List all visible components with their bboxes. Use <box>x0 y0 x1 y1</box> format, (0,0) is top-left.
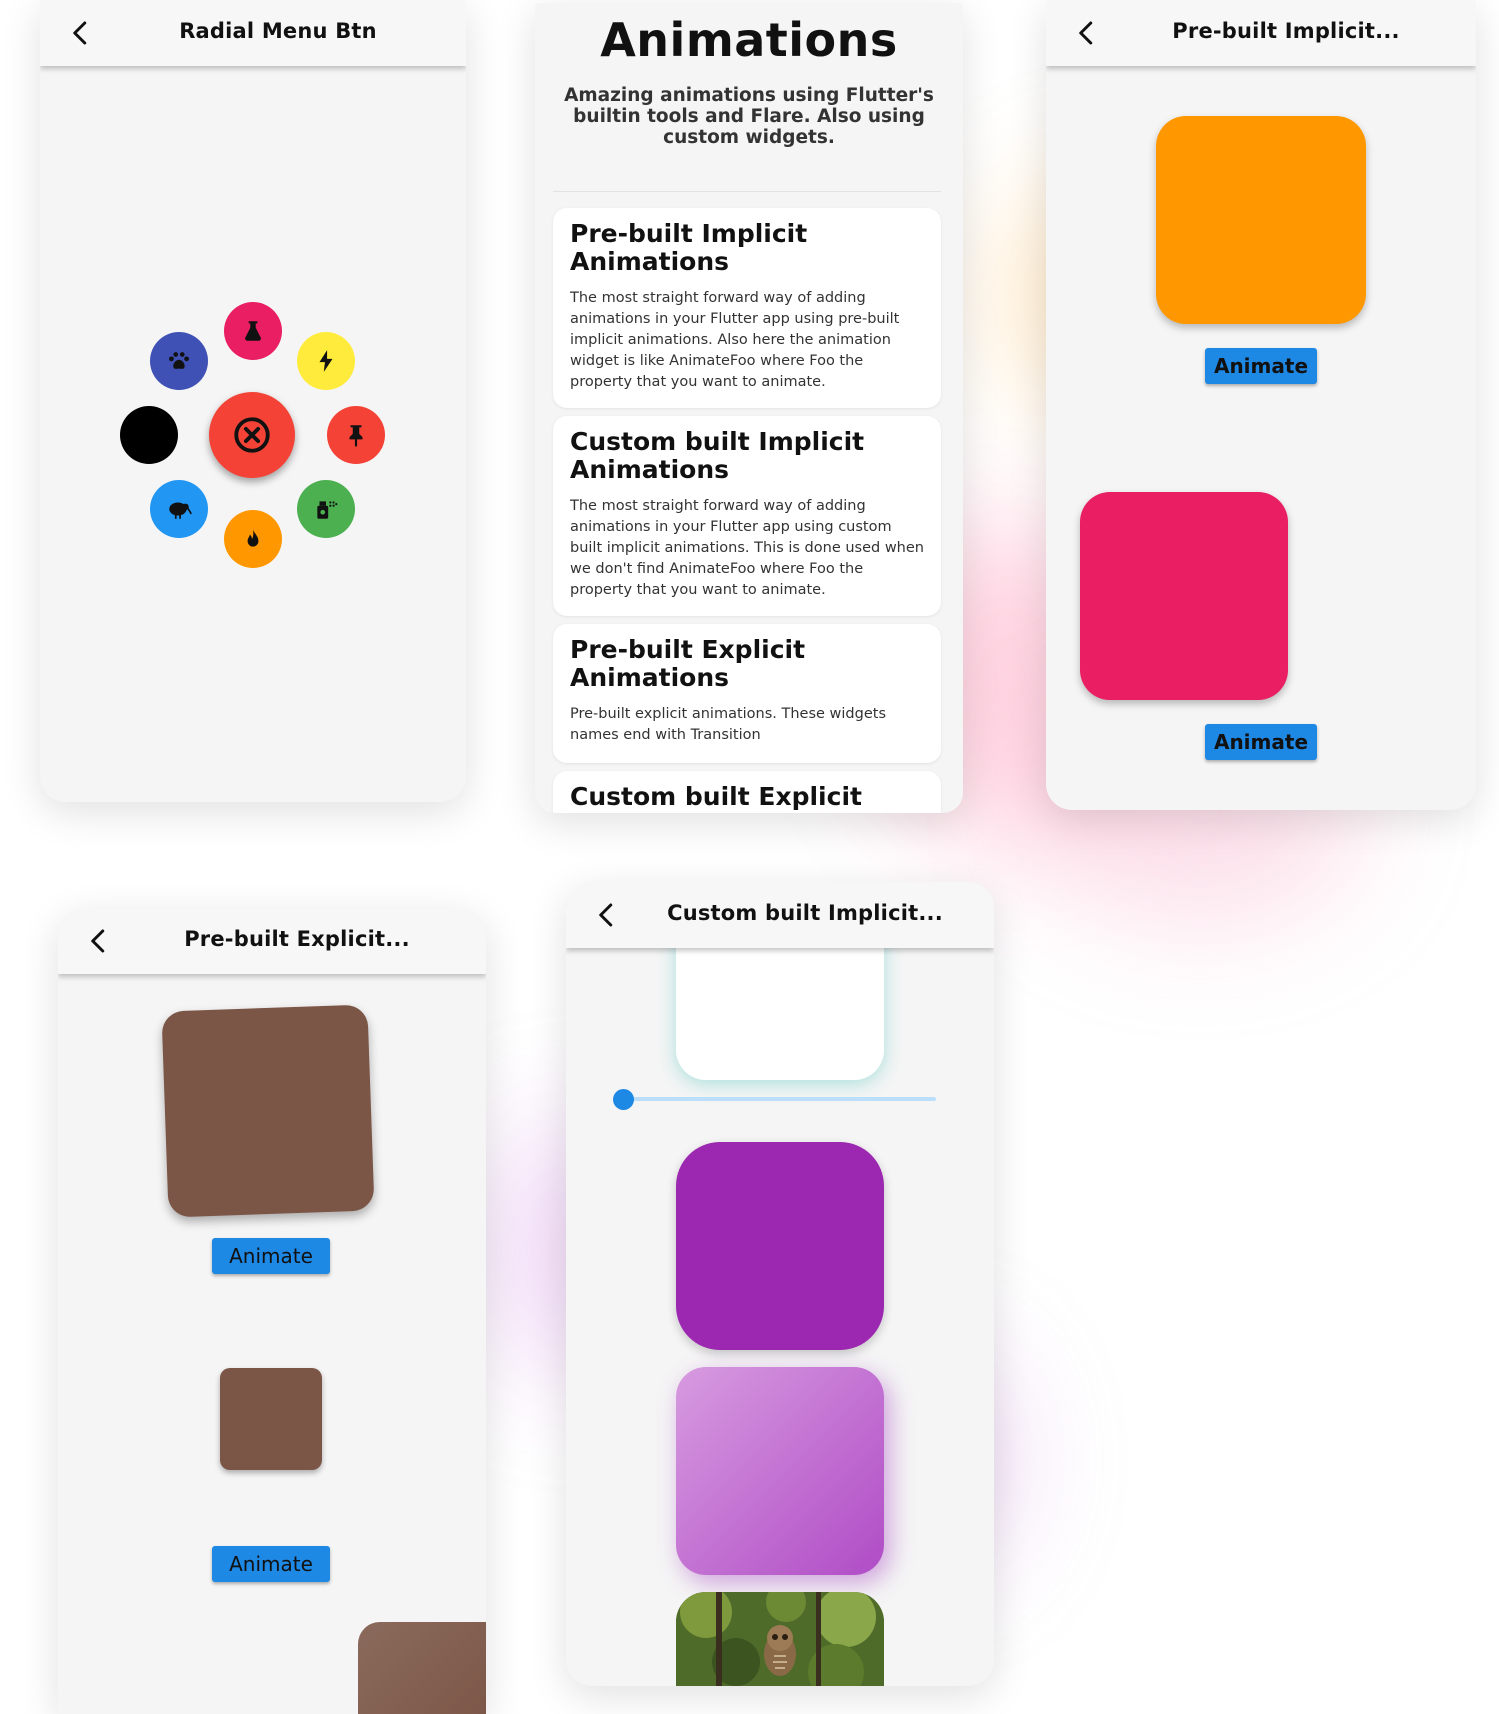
forest-owl-illustration <box>676 1592 884 1686</box>
animate-button[interactable]: Animate <box>212 1238 330 1274</box>
back-button[interactable] <box>1072 18 1102 48</box>
app-bar: Custom built Implicit... <box>566 882 994 948</box>
back-button[interactable] <box>66 18 96 48</box>
divider <box>553 191 941 192</box>
card-title: Custom built Implicit Animations <box>570 427 865 484</box>
radial-item-spray[interactable] <box>297 480 355 538</box>
page-title: Pre-built Explicit... <box>184 927 410 951</box>
radial-item-kiwi[interactable] <box>150 480 208 538</box>
page-subtitle: Amazing animations using Flutter's built… <box>564 85 934 148</box>
fire-icon <box>247 529 259 547</box>
radial-item-fire[interactable] <box>224 510 282 568</box>
chevron-left-icon <box>73 21 87 45</box>
radial-center-button[interactable] <box>209 392 295 478</box>
animated-box-orange <box>1156 116 1366 324</box>
animations-home-screen: Animations Amazing animations using Flut… <box>535 3 963 813</box>
card-description: The most straight forward way of adding … <box>570 498 924 598</box>
owl-image <box>676 1592 884 1686</box>
sliding-box <box>358 1622 486 1714</box>
kiwi-bird-icon <box>169 502 192 519</box>
gradient-box <box>676 1367 884 1575</box>
custom-implicit-screen: Custom built Implicit... <box>566 882 994 1686</box>
radial-item-paw[interactable] <box>150 332 208 390</box>
page-title: Animations <box>600 13 898 67</box>
back-button[interactable] <box>592 900 622 930</box>
paw-icon <box>169 352 189 369</box>
card-custom-explicit[interactable]: Custom built Explicit <box>553 771 941 813</box>
pin-icon <box>349 425 363 447</box>
radial-item-bolt[interactable] <box>297 332 355 390</box>
radial-item-pin[interactable] <box>327 406 385 464</box>
page-title: Radial Menu Btn <box>179 19 377 43</box>
chevron-left-icon <box>1079 21 1093 45</box>
page-title: Pre-built Implicit... <box>1172 19 1400 43</box>
back-button[interactable] <box>84 926 114 956</box>
radial-item-blank[interactable] <box>120 406 178 464</box>
scaling-box <box>220 1368 322 1470</box>
page-title: Custom built Implicit... <box>667 901 943 925</box>
card-title: Custom built Explicit <box>570 782 862 811</box>
animate-button[interactable]: Animate <box>212 1546 330 1582</box>
card-prebuilt-implicit[interactable]: Pre-built Implicit Animations The most s… <box>553 208 941 408</box>
animate-button[interactable]: Animate <box>1205 348 1317 384</box>
slider-thumb[interactable] <box>613 1089 634 1110</box>
animated-box-pink <box>1080 492 1288 700</box>
chevron-left-icon <box>599 903 613 927</box>
app-bar: Radial Menu Btn <box>40 0 466 66</box>
radial-item-science[interactable] <box>224 302 282 360</box>
prebuilt-explicit-screen: Pre-built Explicit... Animate Animate <box>58 908 486 1714</box>
app-bar: Pre-built Implicit... <box>1046 0 1476 66</box>
rotating-box <box>161 1004 375 1218</box>
bolt-icon <box>319 350 333 372</box>
card-description: The most straight forward way of adding … <box>570 290 900 390</box>
animate-button[interactable]: Animate <box>1205 724 1317 760</box>
app-bar: Pre-built Explicit... <box>58 908 486 974</box>
purple-box <box>676 1142 884 1350</box>
card-description: Pre-built explicit animations. These wid… <box>570 706 887 743</box>
radial-menu-screen: Radial Menu Btn <box>40 0 466 802</box>
card-prebuilt-explicit[interactable]: Pre-built Explicit Animations Pre-built … <box>553 624 941 763</box>
slider-track[interactable] <box>624 1097 936 1101</box>
chevron-left-icon <box>91 929 105 953</box>
prebuilt-implicit-screen: Pre-built Implicit... Animate Animate <box>1046 0 1476 810</box>
card-title: Pre-built Implicit Animations <box>570 219 808 276</box>
card-title: Pre-built Explicit Animations <box>570 635 806 692</box>
science-icon <box>245 321 261 341</box>
spray-icon <box>317 501 338 519</box>
card-custom-implicit[interactable]: Custom built Implicit Animations The mos… <box>553 416 941 616</box>
close-circle-icon <box>234 417 270 453</box>
